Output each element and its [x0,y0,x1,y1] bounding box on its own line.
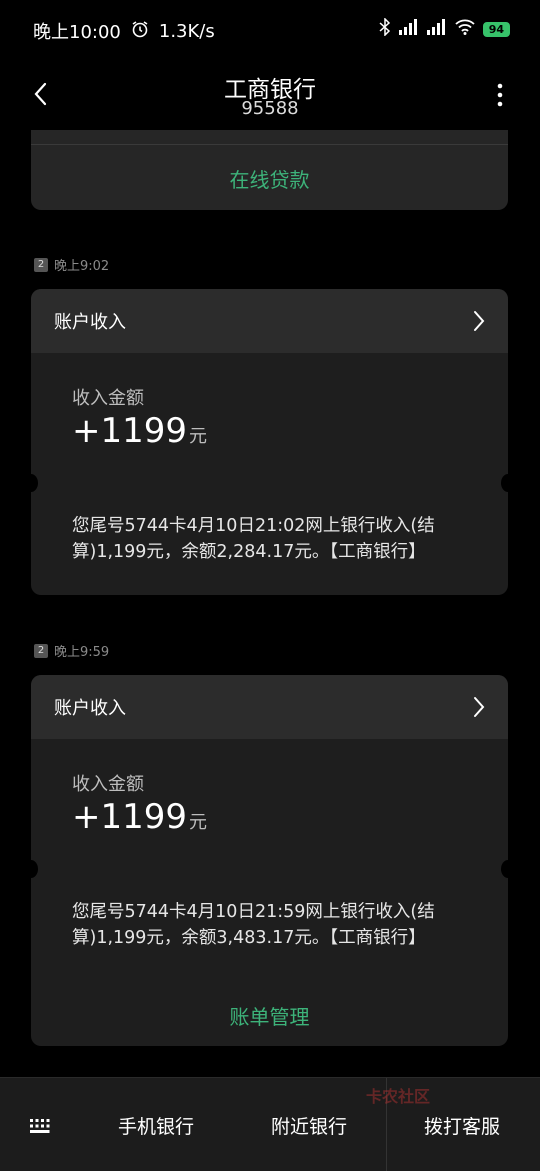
card-heading: 账户收入 [54,312,126,333]
card-header[interactable]: 账户收入 [31,289,508,353]
amount-unit: 元 [189,426,208,447]
message-body: 您尾号5744卡4月10日21:02网上银行收入(结算)1,199元，余额2,2… [72,516,435,562]
call-service-button[interactable]: 拨打客服 [424,1112,500,1139]
ticket-notch-right [501,474,515,492]
timestamp-text: 晚上9:59 [54,645,110,660]
card-header[interactable]: 账户收入 [31,675,508,739]
bottom-menu-bar: 手机银行 附近银行 拨打客服 [0,1077,540,1171]
amount-value: +1199 元 [72,797,207,837]
bluetooth-icon [379,17,391,40]
nearby-bank-button[interactable]: 附近银行 [271,1112,347,1139]
network-speed: 1.3K/s [158,20,215,42]
contact-number: 95588 [241,98,299,119]
message-timestamp: 2 晚上9:02 [34,255,109,274]
amount-number: +1199 [72,411,188,451]
conversation-header: 工商银行 95588 [0,60,540,132]
alarm-icon [131,20,149,43]
ticket-notch-left [24,474,38,492]
chevron-right-icon [472,309,486,333]
amount-label: 收入金额 [72,388,144,409]
more-menu-icon[interactable] [496,80,504,110]
message-timestamp: 2 晚上9:59 [34,641,109,660]
watermark-logo: 卡农社区 [366,1087,431,1106]
clock-text: 晚上10:00 [33,22,121,43]
status-left: 晚上10:00 1.3K/s [33,18,215,44]
amount-number: +1199 [72,797,188,837]
mobile-banking-button[interactable]: 手机银行 [118,1112,194,1139]
message-card: 账户收入 收入金额 +1199 元 您尾号5744卡4月10日21:02网上银行收… [24,289,515,595]
message-card: 账户收入 收入金额 +1199 元 您尾号5744卡4月10日21:59网上银行收… [24,675,515,1046]
chevron-right-icon [472,695,486,719]
timestamp-text: 晚上9:02 [54,259,110,274]
keyboard-menu-icon[interactable] [30,1118,50,1133]
card-heading: 账户收入 [54,698,126,719]
status-bar: 晚上10:00 1.3K/s 94 [0,0,540,60]
sim-badge: 2 [34,643,48,658]
wifi-icon [455,19,475,39]
sim-badge: 2 [34,257,48,272]
ticket-notch-right [501,860,515,878]
signal-hd-icon [426,19,447,39]
status-right: 94 [379,17,510,40]
amount-label: 收入金额 [72,774,144,795]
amount-unit: 元 [189,812,208,833]
previous-message-card: 在线贷款 [31,130,508,210]
signal-icon [398,19,419,39]
message-body: 您尾号5744卡4月10日21:59网上银行收入(结算)1,199元，余额3,4… [72,902,435,948]
bill-management-link[interactable]: 账单管理 [31,1001,508,1030]
ticket-notch-left [24,860,38,878]
amount-value: +1199 元 [72,411,207,451]
online-loan-link[interactable]: 在线贷款 [31,164,508,193]
card-divider [31,144,508,145]
battery-indicator: 94 [482,21,510,37]
